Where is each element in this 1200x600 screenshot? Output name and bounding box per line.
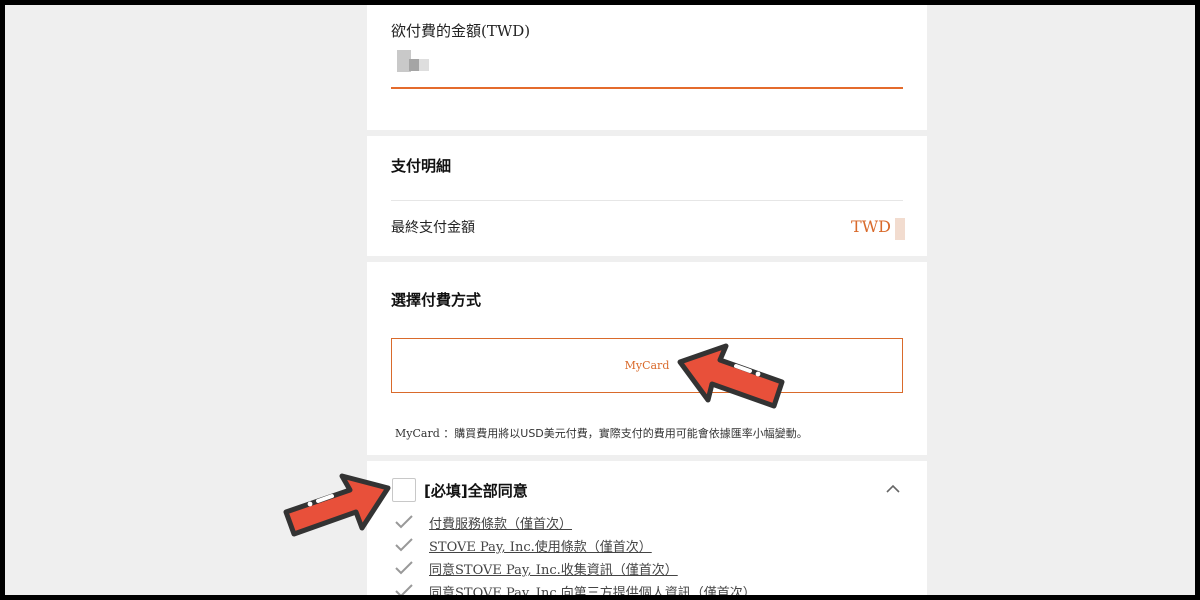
- payment-panel: 欲付費的金額(TWD) 支付明細 最終支付金額 TWD 選擇付費方式 MyCar…: [367, 5, 927, 595]
- terms-list: 付費服務條款（僅首次） STOVE Pay, Inc.使用條款（僅首次） 同意S…: [395, 513, 756, 595]
- final-amount-currency: TWD: [851, 217, 891, 236]
- notice-brand: MyCard: [395, 427, 440, 440]
- agree-all-label[interactable]: [必填]全部同意: [424, 480, 528, 501]
- screenshot-frame: 欲付費的金額(TWD) 支付明細 最終支付金額 TWD 選擇付費方式 MyCar…: [5, 5, 1195, 595]
- check-icon: [395, 584, 413, 595]
- amount-card: 欲付費的金額(TWD): [367, 5, 927, 130]
- terms-link[interactable]: 付費服務條款（僅首次）: [429, 517, 572, 532]
- amount-input[interactable]: [393, 47, 433, 75]
- divider: [391, 200, 903, 201]
- final-amount-label: 最終支付金額: [391, 220, 475, 236]
- agree-all-checkbox[interactable]: [392, 478, 416, 502]
- check-icon: [395, 561, 413, 575]
- blurred-value: [419, 59, 429, 71]
- terms-link[interactable]: 同意STOVE Pay, Inc.收集資訊（僅首次）: [429, 563, 678, 578]
- payment-method-title: 選擇付費方式: [391, 291, 482, 309]
- payment-details-title: 支付明細: [391, 157, 452, 175]
- terms-item: 同意STOVE Pay, Inc.向第三方提供個人資訊（僅首次）: [395, 582, 756, 595]
- payment-method-card: 選擇付費方式 MyCard MyCard ：購買費用將以USD美元付費，實際支付…: [367, 262, 927, 455]
- arrow-annotation-icon: [677, 343, 785, 409]
- payment-notice: MyCard ：購買費用將以USD美元付費，實際支付的費用可能會依據匯率小幅變動…: [395, 425, 808, 441]
- terms-item: STOVE Pay, Inc.使用條款（僅首次）: [395, 536, 756, 559]
- terms-link[interactable]: 同意STOVE Pay, Inc.向第三方提供個人資訊（僅首次）: [429, 586, 756, 595]
- terms-item: 付費服務條款（僅首次）: [395, 513, 756, 536]
- mycard-payment-button[interactable]: MyCard: [391, 338, 903, 393]
- payment-details-card: 支付明細 最終支付金額 TWD: [367, 136, 927, 256]
- notice-text: ：購買費用將以USD美元付費，實際支付的費用可能會依據匯率小幅變動。: [443, 427, 808, 440]
- blurred-value: [895, 218, 905, 240]
- check-icon: [395, 538, 413, 552]
- amount-input-underline: [391, 87, 903, 89]
- terms-link[interactable]: STOVE Pay, Inc.使用條款（僅首次）: [429, 540, 652, 555]
- chevron-up-icon[interactable]: [885, 481, 901, 497]
- check-icon: [395, 515, 413, 529]
- blurred-value: [409, 59, 419, 71]
- terms-item: 同意STOVE Pay, Inc.收集資訊（僅首次）: [395, 559, 756, 582]
- amount-label: 欲付費的金額(TWD): [391, 22, 531, 40]
- arrow-annotation-icon: [283, 473, 391, 537]
- agreement-card: [必填]全部同意 付費服務條款（僅首次） STOVE Pay, Inc.使用條款…: [367, 461, 927, 595]
